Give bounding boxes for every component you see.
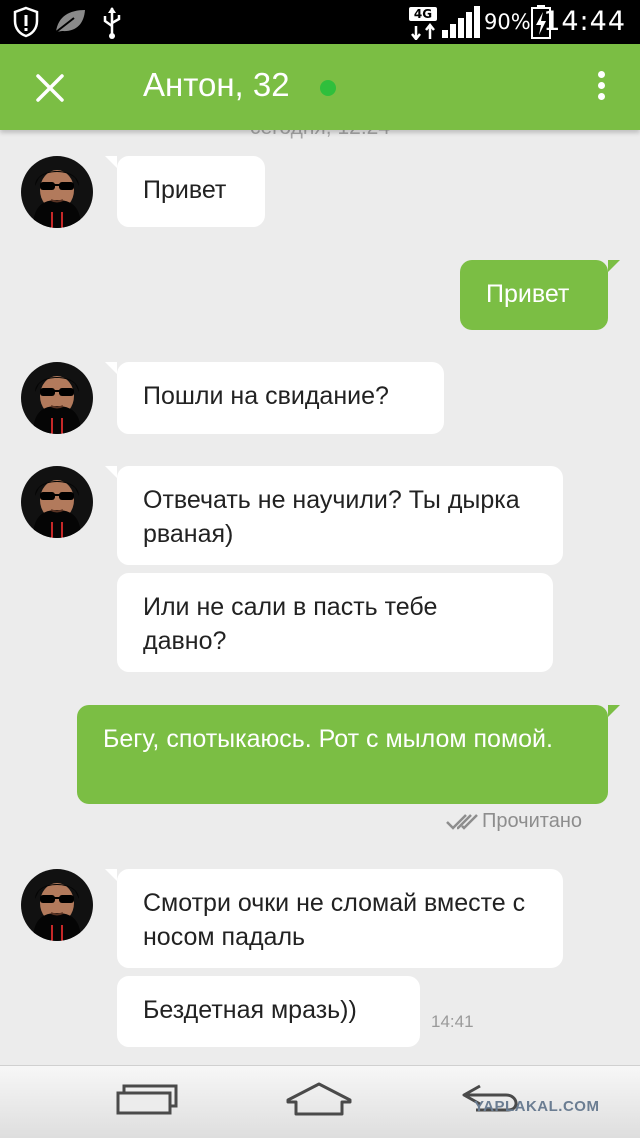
signal-icon (442, 6, 480, 38)
online-status-dot (320, 80, 336, 96)
contact-avatar[interactable] (21, 869, 93, 941)
message-incoming[interactable]: Отвечать не научили? Ты дырка рваная) (105, 466, 563, 565)
recent-apps-icon (116, 1084, 178, 1115)
usb-icon (103, 7, 121, 39)
contact-avatar[interactable] (21, 362, 93, 434)
message-incoming[interactable]: Бездетная мразь)) (117, 976, 420, 1047)
message-outgoing[interactable]: Бегу, спотыкаюсь. Рот с мылом помой. (77, 705, 620, 804)
date-separator: сегодня, 12:24 (0, 130, 640, 140)
message-incoming[interactable]: Смотри очки не сломай вместе с носом пад… (105, 869, 563, 968)
recent-apps-button[interactable] (114, 1080, 180, 1125)
message-incoming[interactable]: Или не сали в пасть тебе давно? (117, 573, 553, 672)
watermark: YAPLAKAL.COM (474, 1098, 600, 1115)
message-outgoing[interactable]: Привет (460, 260, 620, 330)
navigation-bar: YAPLAKAL.COM (0, 1065, 640, 1138)
home-button[interactable] (284, 1080, 354, 1125)
4g-data-icon: 4G (409, 7, 437, 40)
status-time: 14:44 (543, 6, 626, 37)
svg-text:4G: 4G (414, 7, 432, 21)
contact-avatar[interactable] (21, 466, 93, 538)
alert-shield-icon (13, 6, 39, 38)
home-icon (286, 1082, 352, 1116)
chat-title[interactable]: Антон, 32 (143, 66, 290, 104)
message-incoming[interactable]: Привет (105, 156, 265, 227)
status-bar: 4G 90% 14:44 (0, 0, 640, 44)
read-receipt: Прочитано (446, 810, 582, 833)
message-time: 14:41 (431, 1012, 474, 1031)
close-icon (36, 74, 64, 102)
contact-avatar[interactable] (21, 156, 93, 228)
leaf-icon (55, 10, 85, 33)
double-check-icon (446, 813, 478, 830)
close-button[interactable] (30, 68, 70, 108)
more-options-button[interactable] (586, 68, 616, 108)
read-status-label: Прочитано (482, 810, 582, 832)
more-vert-icon (597, 71, 605, 78)
message-incoming[interactable]: Пошли на свидание? (105, 362, 444, 434)
chat-message-list[interactable]: сегодня, 12:24 Привет Привет Пошли на св… (0, 130, 640, 1065)
chat-header: Антон, 32 (0, 44, 640, 130)
battery-percent: 90% (484, 10, 531, 34)
